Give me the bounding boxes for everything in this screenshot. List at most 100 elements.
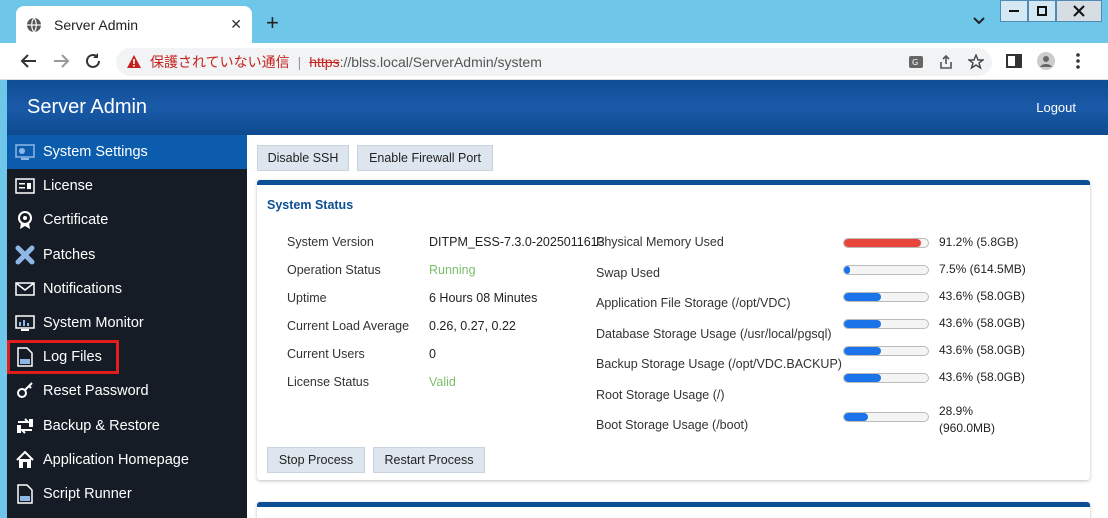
app-header: Server Admin Logout: [7, 80, 1108, 135]
memory-progress-bar: [843, 238, 929, 248]
sidebar-item-script-runner[interactable]: Script Runner: [7, 477, 247, 511]
minimize-icon[interactable]: [1000, 0, 1028, 22]
sidebar-item-label: System Monitor: [43, 315, 144, 332]
profile-icon[interactable]: [1036, 51, 1056, 71]
status-label: System Version: [287, 235, 374, 249]
key-icon: [15, 381, 35, 401]
patch-icon: [15, 245, 35, 265]
browser-titlebar: Server Admin ✕ +: [0, 0, 1108, 43]
resource-value: 43.6% (58.0GB): [939, 343, 1026, 357]
mail-icon: [15, 279, 35, 299]
sidebar-item-certificate[interactable]: Certificate: [7, 203, 247, 237]
progress-fill: [844, 320, 881, 328]
settings-icon: [15, 142, 35, 162]
sidebar-item-license[interactable]: License: [7, 169, 247, 203]
progress-fill: [844, 239, 921, 247]
browser-tab[interactable]: Server Admin ✕: [16, 6, 252, 43]
sidebar-item-backup-restore[interactable]: Backup & Restore: [7, 409, 247, 443]
boot-storage-progress-bar: [843, 412, 929, 422]
monitor-icon: [15, 313, 35, 333]
security-warning: 保護されていない通信: [150, 54, 290, 70]
main-content: Disable SSH Enable Firewall Port System …: [247, 135, 1108, 518]
svg-text:G: G: [912, 58, 918, 67]
app-title: Server Admin: [27, 96, 148, 118]
sidebar-item-log-files[interactable]: Log Files: [7, 340, 119, 375]
resource-value: 43.6% (58.0GB): [939, 316, 1026, 330]
progress-fill: [844, 293, 881, 301]
license-icon: [15, 176, 35, 196]
menu-dots-icon[interactable]: [1068, 51, 1088, 71]
sidebar-item-application-homepage[interactable]: Application Homepage: [7, 443, 247, 477]
sidebar-item-label: System Settings: [43, 144, 148, 161]
back-icon[interactable]: [20, 52, 38, 70]
sidebar-item-label: Reset Password: [43, 383, 149, 400]
disable-ssh-button[interactable]: Disable SSH: [257, 145, 349, 171]
resource-value: 43.6% (58.0GB): [939, 289, 1026, 303]
stop-process-button[interactable]: Stop Process: [267, 447, 365, 473]
status-label: License Status: [287, 375, 369, 389]
browser-toolbar: 保護されていない通信 | https ://blss.local/ServerA…: [0, 43, 1108, 80]
resource-value: 91.2% (5.8GB): [939, 235, 1019, 249]
sidebar-item-reset-password[interactable]: Reset Password: [7, 374, 247, 408]
globe-icon: [26, 17, 42, 33]
sidebar-item-label: Script Runner: [43, 485, 132, 502]
progress-fill: [844, 347, 881, 355]
sidebar-item-label: Certificate: [43, 212, 109, 229]
resource-label: Backup Storage Usage (/opt/VDC.BACKUP): [596, 357, 842, 371]
system-status-card: System Status System Version DITPM_ESS-7…: [257, 180, 1090, 480]
side-panel-icon[interactable]: [1004, 51, 1024, 71]
status-value: 0.26, 0.27, 0.22: [429, 319, 516, 333]
progress-fill: [844, 413, 869, 421]
sidebar-item-label: Notifications: [43, 280, 122, 297]
status-value: Valid: [429, 375, 456, 389]
star-icon[interactable]: [966, 53, 986, 70]
status-value: Running: [429, 263, 476, 277]
maximize-icon[interactable]: [1028, 0, 1056, 22]
forward-icon[interactable]: [52, 52, 70, 70]
enable-firewall-port-button[interactable]: Enable Firewall Port: [357, 145, 493, 171]
progress-fill: [844, 266, 851, 274]
root-storage-progress-bar: [843, 373, 929, 383]
close-tab-icon[interactable]: ✕: [230, 16, 242, 33]
sidebar-item-notifications[interactable]: Notifications: [7, 272, 247, 306]
restart-process-button[interactable]: Restart Process: [373, 447, 485, 473]
db-storage-progress-bar: [843, 319, 929, 329]
translate-icon[interactable]: G: [908, 54, 924, 70]
window-controls: [1000, 0, 1102, 22]
reload-icon[interactable]: [84, 52, 102, 70]
tab-title: Server Admin: [54, 16, 139, 33]
swap-progress-bar: [843, 265, 929, 275]
address-bar[interactable]: 保護されていない通信 | https ://blss.local/ServerA…: [116, 48, 992, 76]
sidebar-item-label: Patches: [43, 246, 96, 263]
share-icon[interactable]: [938, 54, 954, 70]
logout-link[interactable]: Logout: [1036, 100, 1076, 115]
resource-value: 7.5% (614.5MB): [939, 262, 1026, 276]
resource-value-detail: (960.0MB): [939, 421, 996, 435]
status-label: Operation Status: [287, 263, 381, 277]
sidebar-item-patches[interactable]: Patches: [7, 238, 247, 272]
progress-fill: [844, 374, 881, 382]
status-value: 0: [429, 347, 436, 361]
resource-label: Database Storage Usage (/usr/local/pgsql…: [596, 327, 832, 341]
card-title: System Status: [267, 198, 354, 212]
sidebar-item-label: Backup & Restore: [43, 417, 160, 434]
sidebar-item-system-settings[interactable]: System Settings: [7, 135, 247, 170]
resource-label: Physical Memory Used: [596, 235, 724, 249]
new-tab-button[interactable]: +: [266, 12, 279, 34]
app-storage-progress-bar: [843, 292, 929, 302]
file-icon: [15, 347, 35, 367]
certificate-icon: [15, 210, 35, 230]
resource-label: Root Storage Usage (/): [596, 388, 725, 402]
sidebar-item-system-monitor[interactable]: System Monitor: [7, 306, 247, 340]
status-value: 6 Hours 08 Minutes: [429, 291, 538, 305]
chevron-down-icon[interactable]: [972, 14, 986, 28]
resource-label: Swap Used: [596, 266, 660, 280]
url-text: ://blss.local/ServerAdmin/system: [339, 54, 542, 70]
warning-icon[interactable]: [126, 54, 142, 70]
sidebar-item-label: License: [43, 178, 93, 195]
home-icon: [15, 450, 35, 470]
status-label: Current Users: [287, 347, 365, 361]
backup-storage-progress-bar: [843, 346, 929, 356]
close-window-icon[interactable]: [1056, 0, 1102, 22]
resource-value: 28.9%: [939, 404, 974, 418]
